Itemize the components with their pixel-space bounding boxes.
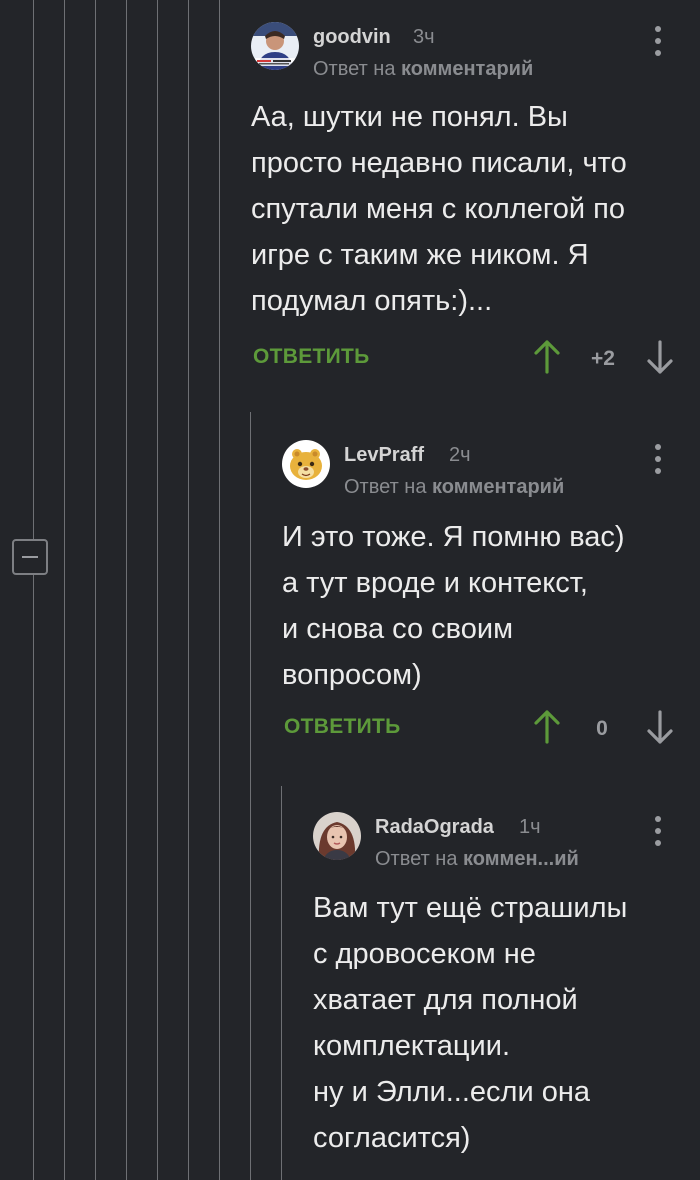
vote-up-arrow-icon[interactable] — [533, 709, 561, 745]
reply-to-text: Ответ на коммен...ий — [375, 848, 579, 871]
reply-to-link[interactable]: коммен...ий — [463, 848, 579, 870]
collapse-thread-button[interactable] — [12, 539, 48, 575]
author-name[interactable]: LevPraff — [344, 444, 424, 467]
more-menu-icon[interactable] — [648, 26, 668, 56]
comment-actions: ОТВЕТИТЬ +2 — [253, 339, 683, 379]
comment-rating: +2 — [591, 347, 615, 370]
thread-line — [95, 0, 96, 1180]
vote-down-arrow-icon[interactable] — [646, 339, 674, 375]
comment-text: И это тоже. Я помню вас) а тут вроде и к… — [282, 521, 625, 691]
thread-line — [219, 0, 220, 1180]
author-name[interactable]: goodvin — [313, 26, 391, 49]
reply-button[interactable]: ОТВЕТИТЬ — [284, 715, 401, 739]
comment-time: 1ч — [519, 816, 541, 838]
comment-rating: 0 — [596, 717, 608, 740]
minus-square-icon — [22, 556, 38, 558]
reply-button[interactable]: ОТВЕТИТЬ — [253, 345, 370, 369]
thread-line — [33, 0, 34, 1180]
reply-to-text: Ответ на комментарий — [313, 58, 533, 81]
thread-line — [281, 786, 282, 1180]
comment-actions: ОТВЕТИТЬ 0 — [284, 709, 684, 749]
reply-to-prefix: Ответ на — [313, 58, 396, 80]
author-name[interactable]: RadaOgrada — [375, 816, 494, 839]
avatar[interactable] — [313, 812, 361, 860]
vote-up-arrow-icon[interactable] — [533, 339, 561, 375]
reply-to-prefix: Ответ на — [344, 476, 427, 498]
comment-time: 2ч — [449, 444, 471, 466]
avatar[interactable] — [282, 440, 330, 488]
more-menu-icon[interactable] — [648, 444, 668, 474]
reply-to-prefix: Ответ на — [375, 848, 458, 870]
more-menu-icon[interactable] — [648, 816, 668, 846]
reply-to-text: Ответ на комментарий — [344, 476, 564, 499]
thread-line — [126, 0, 127, 1180]
thread-line — [157, 0, 158, 1180]
thread-line — [64, 0, 65, 1180]
thread-line — [188, 0, 189, 1180]
comment-text: Аа, шутки не понял. Вы просто недавно пи… — [251, 101, 627, 317]
avatar[interactable] — [251, 22, 299, 70]
comment-text: Вам тут ещё страшилы с дровосеком не хва… — [313, 892, 628, 1154]
reply-to-link[interactable]: комментарий — [432, 476, 564, 498]
reply-to-link[interactable]: комментарий — [401, 58, 533, 80]
vote-down-arrow-icon[interactable] — [646, 709, 674, 745]
comment-time: 3ч — [413, 26, 435, 48]
thread-line — [250, 412, 251, 1180]
